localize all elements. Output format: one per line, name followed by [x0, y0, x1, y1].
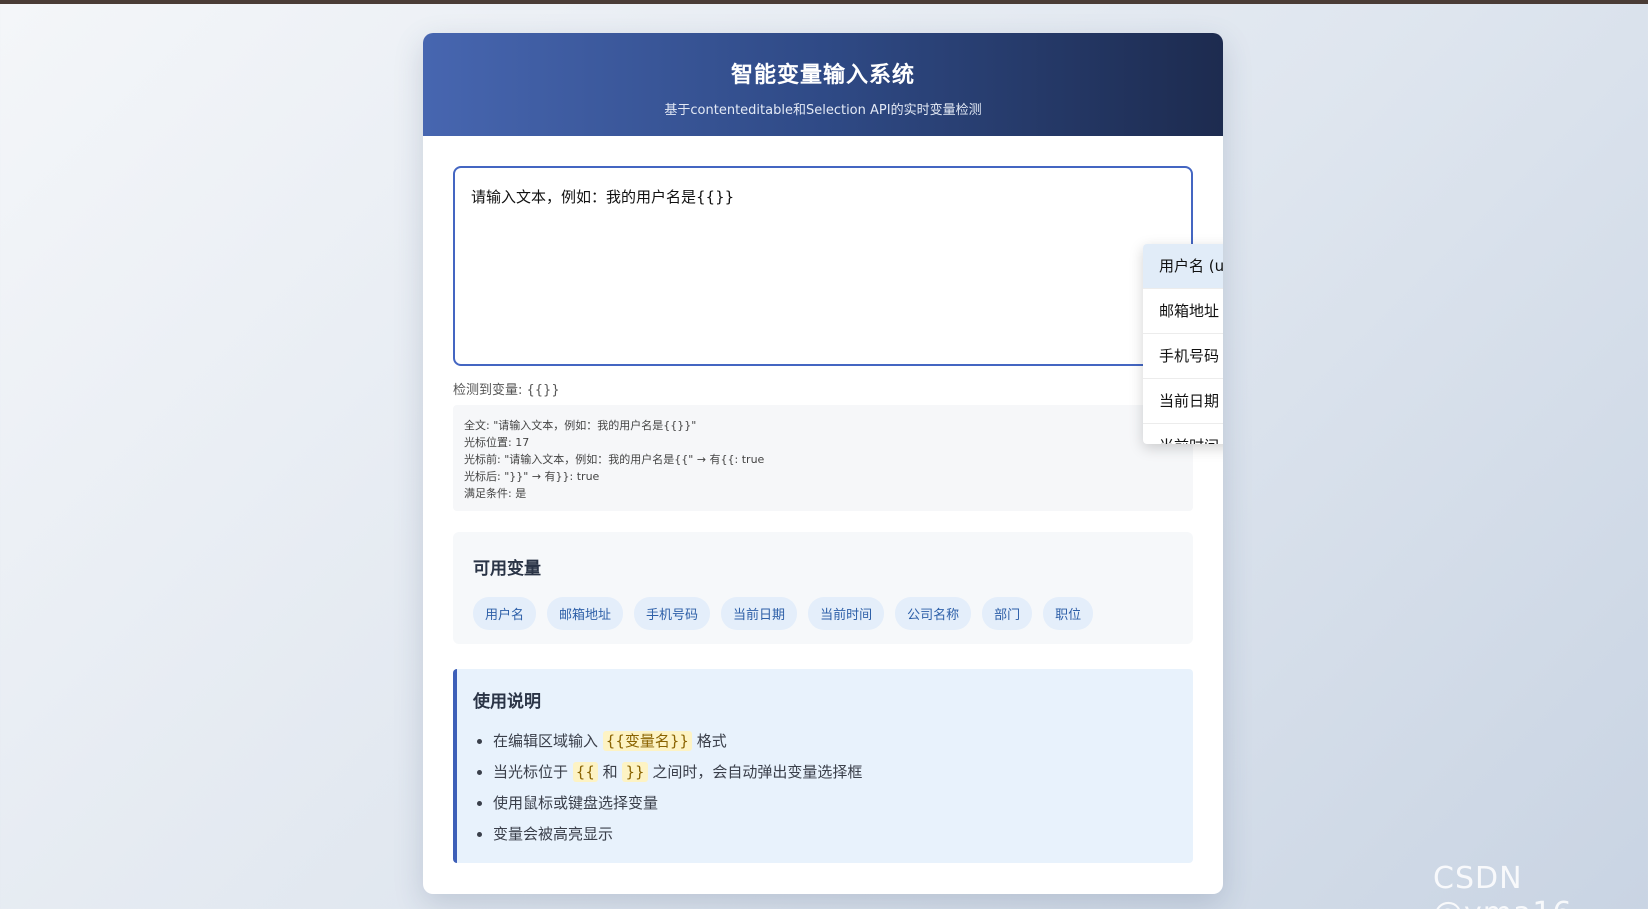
code-snippet: }}	[622, 762, 648, 782]
usage-instructions: 使用说明 在编辑区域输入 {{变量名}} 格式 当光标位于 {{ 和 }} 之间…	[453, 669, 1193, 863]
variable-chip[interactable]: 用户名	[473, 597, 537, 630]
code-snippet: {{	[572, 762, 598, 782]
variable-chip[interactable]: 当前时间	[808, 597, 885, 630]
variable-chip[interactable]: 职位	[1043, 597, 1094, 630]
dropdown-item-time[interactable]: 当前时间 (time)	[1143, 424, 1223, 444]
debug-line: 光标后: "}}" → 有}}: true	[464, 470, 600, 483]
usage-item: 在编辑区域输入 {{变量名}} 格式	[493, 726, 1177, 757]
page-subtitle: 基于contenteditable和Selection API的实时变量检测	[664, 103, 982, 118]
usage-title: 使用说明	[473, 692, 541, 712]
header: 智能变量输入系统 基于contenteditable和Selection API…	[423, 33, 1223, 136]
usage-list: 在编辑区域输入 {{变量名}} 格式 当光标位于 {{ 和 }} 之间时，会自动…	[473, 726, 1177, 850]
main-card: 智能变量输入系统 基于contenteditable和Selection API…	[423, 33, 1223, 894]
usage-item: 使用鼠标或键盘选择变量	[493, 788, 1177, 819]
usage-text: 在编辑区域输入	[493, 732, 599, 750]
variable-chip[interactable]: 手机号码	[634, 597, 711, 630]
debug-line: 满足条件: 是	[464, 487, 527, 500]
dropdown-item-email[interactable]: 邮箱地址 (email)	[1143, 289, 1223, 334]
detected-variable-text: 检测到变量: {{}}	[453, 383, 560, 398]
usage-item: 当光标位于 {{ 和 }} 之间时，会自动弹出变量选择框	[493, 757, 1177, 788]
variable-chips: 用户名 邮箱地址 手机号码 当前日期 当前时间 公司名称 部门 职位	[473, 597, 1173, 630]
usage-text: 当光标位于	[493, 763, 569, 781]
usage-text: 使用鼠标或键盘选择变量	[493, 794, 659, 812]
usage-text: 和	[602, 763, 618, 781]
debug-line: 全文: "请输入文本，例如：我的用户名是{{}}"	[464, 419, 697, 432]
usage-text: 之间时，会自动弹出变量选择框	[652, 763, 863, 781]
window-top-strip	[0, 0, 1648, 4]
variable-dropdown[interactable]: 用户名 (username) 邮箱地址 (email) 手机号码 (phone)…	[1143, 244, 1223, 444]
dropdown-item-username[interactable]: 用户名 (username)	[1143, 244, 1223, 289]
page-title: 智能变量输入系统	[730, 63, 915, 88]
variable-chip[interactable]: 部门	[982, 597, 1033, 630]
usage-item: 变量会被高亮显示	[493, 819, 1177, 850]
editor-area[interactable]: 请输入文本，例如：我的用户名是{{}}	[453, 166, 1193, 366]
debug-line: 光标前: "请输入文本，例如：我的用户名是{{" → 有{{: true	[464, 453, 765, 466]
debug-panel: 全文: "请输入文本，例如：我的用户名是{{}}" 光标位置: 17 光标前: …	[453, 405, 1193, 511]
usage-text: 格式	[696, 732, 727, 750]
dropdown-item-phone[interactable]: 手机号码 (phone)	[1143, 334, 1223, 379]
variables-title: 可用变量	[473, 559, 541, 579]
debug-line: 光标位置: 17	[464, 436, 530, 449]
available-variables-panel: 可用变量 用户名 邮箱地址 手机号码 当前日期 当前时间 公司名称 部门 职位	[453, 532, 1193, 644]
dropdown-item-date[interactable]: 当前日期 (date)	[1143, 379, 1223, 424]
watermark: CSDN @yma16	[1433, 861, 1572, 909]
usage-text: 变量会被高亮显示	[493, 825, 614, 843]
variable-chip[interactable]: 公司名称	[895, 597, 972, 630]
variable-chip[interactable]: 邮箱地址	[547, 597, 624, 630]
code-snippet: {{变量名}}	[602, 731, 692, 751]
variable-chip[interactable]: 当前日期	[721, 597, 798, 630]
